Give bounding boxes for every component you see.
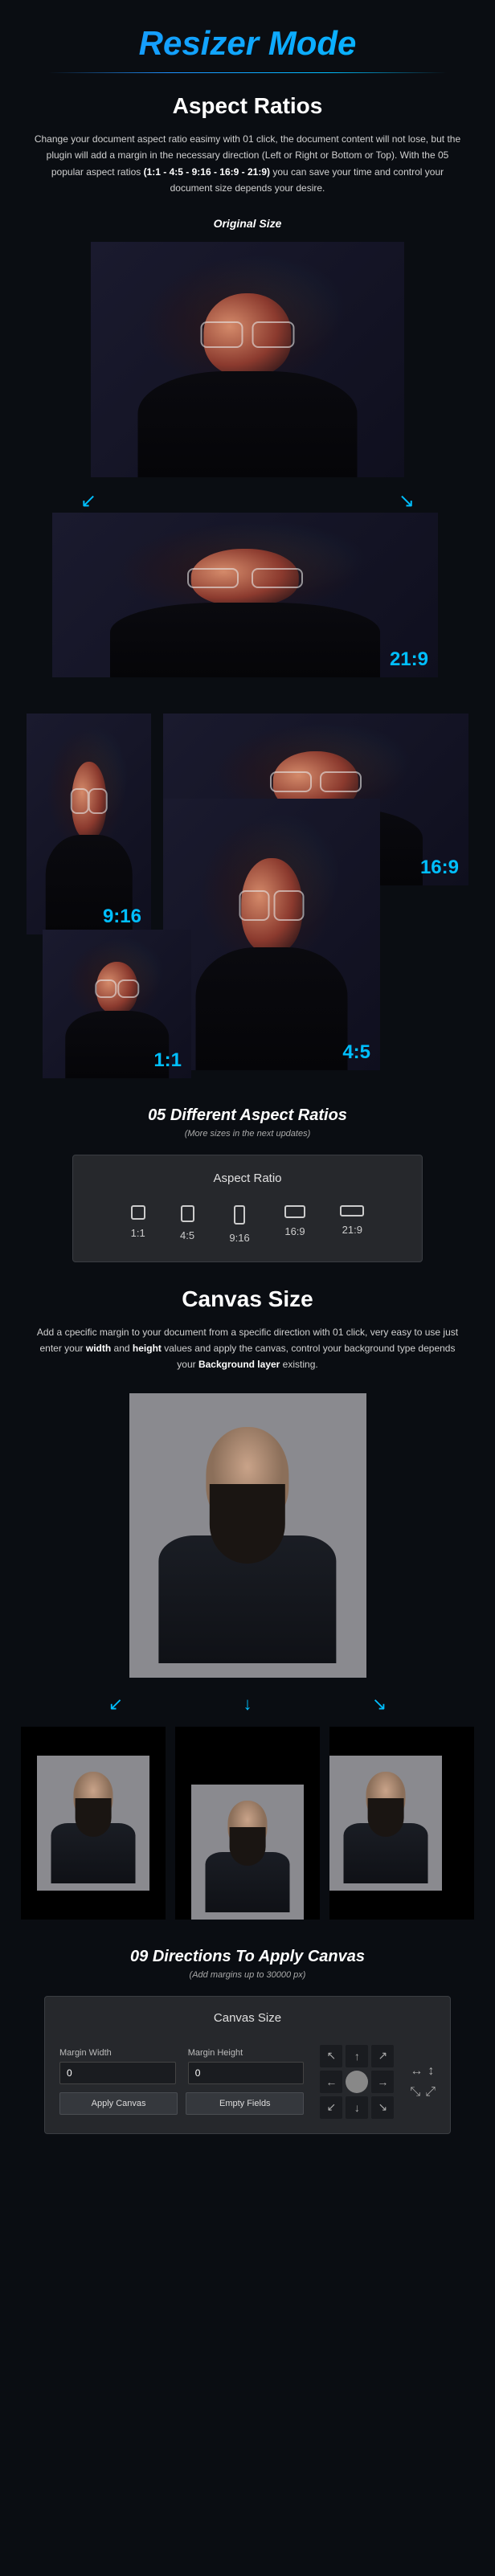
ratio-option-219[interactable]: 21:9 (340, 1205, 364, 1245)
aspect-ratio-panel-title: Aspect Ratio (89, 1171, 406, 1185)
dir-sw[interactable]: ↙ (320, 2096, 342, 2119)
ratio-option-45[interactable]: 4:5 (180, 1205, 194, 1245)
canvas-thumbnails (0, 1727, 495, 1920)
desc-bold: (1:1 - 4:5 - 9:16 - 16:9 - 21:9) (144, 166, 270, 178)
ratio-label-169: 16:9 (420, 857, 459, 879)
ratio-219-icon (340, 1205, 364, 1216)
canvas-size-panel: Canvas Size Margin Width Margin Height A… (44, 1996, 451, 2134)
original-size-label: Original Size (0, 217, 495, 230)
aspect-ratios-heading: Aspect Ratios (0, 93, 495, 119)
margin-height-input[interactable] (188, 2062, 305, 2084)
ratio-example-219: 21:9 (52, 513, 438, 677)
directions-note: (Add margins up to 30000 px) (0, 1970, 495, 1980)
arrow-dr-icon: ↘ (372, 1694, 387, 1715)
arrow-dl-icon: ↙ (108, 1694, 123, 1715)
ratio-916-icon (234, 1205, 245, 1225)
ratio-label-916: 9:16 (103, 906, 141, 928)
dir-s[interactable]: ↓ (346, 2096, 368, 2119)
anchor-v-icon[interactable]: ↕ (428, 2064, 434, 2079)
canvas-size-heading: Canvas Size (0, 1286, 495, 1312)
flow-arrows: ↙ ↘ (0, 489, 495, 513)
aspect-ratios-description: Change your document aspect ratio easimy… (0, 131, 495, 197)
dir-e[interactable]: → (371, 2071, 394, 2093)
anchor-h-icon[interactable]: ↔ (410, 2064, 423, 2079)
canvas-panel-title: Canvas Size (59, 2011, 436, 2025)
anchor-icons: ↔ ↕ ⤡ ⤢ (410, 2064, 436, 2100)
ratio-169-text: 16:9 (284, 1225, 305, 1237)
dir-se[interactable]: ↘ (371, 2096, 394, 2119)
cs-mid: and (111, 1343, 133, 1354)
arrow-left-icon: ↙ (80, 489, 96, 513)
thumb-img-1 (37, 1756, 149, 1891)
ratio-label-45: 4:5 (342, 1041, 370, 1064)
arrow-down-icon: ↓ (243, 1694, 252, 1715)
ratio-example-916: 9:16 (27, 714, 151, 934)
margin-width-label: Margin Width (59, 2048, 176, 2058)
ratio-11-icon (131, 1205, 145, 1220)
cs-b1: width (86, 1343, 111, 1354)
aspect-ratio-panel: Aspect Ratio 1:1 4:5 9:16 16:9 21:9 (72, 1155, 423, 1262)
direction-arrows: ↙ ↓ ↘ (0, 1694, 495, 1715)
dir-n[interactable]: ↑ (346, 2045, 368, 2067)
ratio-count-note: (More sizes in the next updates) (0, 1129, 495, 1139)
margin-width-input[interactable] (59, 2062, 176, 2084)
anchor-d1-icon[interactable]: ⤡ (410, 2085, 420, 2100)
canvas-size-description: Add a cpecific margin to your document f… (0, 1324, 495, 1373)
thumb-img-2 (191, 1785, 304, 1920)
ratio-169-icon (284, 1205, 305, 1218)
canvas-thumb-left (329, 1727, 474, 1920)
ratio-label-11: 1:1 (153, 1049, 182, 1072)
original-image (91, 242, 404, 477)
margin-height-label: Margin Height (188, 2048, 305, 2058)
direction-grid: ↖ ↑ ↗ ← → ↙ ↓ ↘ (320, 2045, 394, 2119)
ratio-11-text: 1:1 (131, 1227, 145, 1239)
ratio-option-11[interactable]: 1:1 (131, 1205, 145, 1245)
cs-b3: Background layer (198, 1359, 280, 1370)
dir-nw[interactable]: ↖ (320, 2045, 342, 2067)
ratio-916-text: 9:16 (229, 1232, 249, 1244)
page-title: Resizer Mode (0, 0, 495, 72)
anchor-d2-icon[interactable]: ⤢ (425, 2085, 436, 2100)
cs-b2: height (133, 1343, 162, 1354)
canvas-thumb-bottom (175, 1727, 320, 1920)
ratio-45-text: 4:5 (180, 1229, 194, 1241)
canvas-thumb-center (21, 1727, 166, 1920)
cs-post: existing. (280, 1359, 317, 1370)
thumb-img-3 (329, 1756, 442, 1891)
canvas-original-image (129, 1393, 366, 1678)
ratio-example-11: 1:1 (43, 930, 191, 1078)
ratio-label-219: 21:9 (390, 648, 428, 671)
empty-fields-button[interactable]: Empty Fields (186, 2092, 304, 2115)
ratio-count-heading: 05 Different Aspect Ratios (0, 1106, 495, 1125)
ratio-examples-grid: 21:9 9:16 16:9 4:5 1:1 (0, 513, 495, 1078)
ratio-219-text: 21:9 (342, 1224, 362, 1236)
directions-heading: 09 Directions To Apply Canvas (0, 1948, 495, 1966)
ratio-option-169[interactable]: 16:9 (284, 1205, 305, 1245)
arrow-right-icon: ↘ (399, 489, 415, 513)
title-divider (48, 72, 447, 73)
ratio-45-icon (181, 1205, 194, 1222)
ratio-example-45: 4:5 (163, 799, 380, 1070)
dir-ne[interactable]: ↗ (371, 2045, 394, 2067)
dir-center[interactable] (346, 2071, 368, 2093)
ratio-option-916[interactable]: 9:16 (229, 1205, 249, 1245)
apply-canvas-button[interactable]: Apply Canvas (59, 2092, 178, 2115)
dir-w[interactable]: ← (320, 2071, 342, 2093)
